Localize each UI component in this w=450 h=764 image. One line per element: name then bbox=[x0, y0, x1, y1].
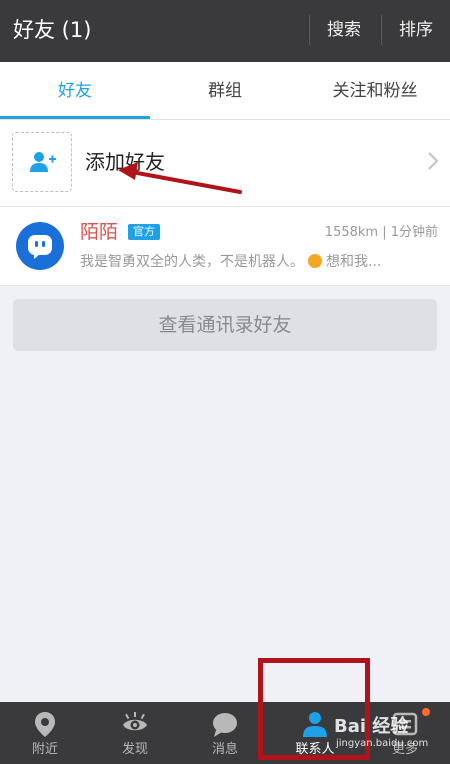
chevron-right-icon bbox=[428, 152, 438, 170]
avatar bbox=[16, 222, 64, 270]
add-friend-icon-box bbox=[12, 132, 72, 192]
nav-label: 附近 bbox=[31, 742, 58, 757]
tab-follow-fans[interactable]: 关注和粉丝 bbox=[300, 62, 450, 120]
nav-discover[interactable]: 发现 bbox=[90, 702, 180, 764]
contact-message: 我是智勇双全的人类，不是机器人。 想和我... bbox=[80, 252, 432, 272]
eye-icon bbox=[123, 712, 147, 731]
location-pin-icon bbox=[35, 712, 55, 737]
contact-row[interactable]: 陌陌 官方 1558km | 1分钟前 我是智勇双全的人类，不是机器人。 想和我.… bbox=[0, 207, 450, 285]
header-divider bbox=[381, 15, 382, 45]
nav-label: 发现 bbox=[121, 742, 148, 757]
nav-label: 消息 bbox=[211, 742, 238, 757]
watermark-main: Bai 经验 bbox=[334, 716, 409, 737]
view-address-book-button[interactable]: 查看通讯录好友 bbox=[13, 299, 437, 351]
nav-nearby[interactable]: 附近 bbox=[0, 702, 90, 764]
divider bbox=[0, 285, 450, 286]
header-divider bbox=[309, 15, 310, 45]
tab-friends[interactable]: 好友 bbox=[0, 62, 150, 120]
watermark-sub: jingyan.baidu.com bbox=[336, 738, 429, 749]
contact-meta: 1558km | 1分钟前 bbox=[324, 225, 438, 240]
search-button[interactable]: 搜索 bbox=[327, 19, 361, 41]
tab-groups[interactable]: 群组 bbox=[150, 62, 300, 120]
momo-logo-icon bbox=[28, 235, 52, 259]
message-text: 我是智勇双全的人类，不是机器人。 bbox=[80, 254, 304, 270]
message-text-end: 想和我... bbox=[326, 254, 382, 270]
add-user-icon bbox=[30, 152, 56, 172]
nav-messages[interactable]: 消息 bbox=[180, 702, 270, 764]
app-header: 好友 (1) 搜索 排序 bbox=[0, 0, 450, 62]
official-badge: 官方 bbox=[128, 224, 160, 240]
contact-name: 陌陌 bbox=[80, 221, 119, 243]
tab-bar: 好友 群组 关注和粉丝 bbox=[0, 62, 450, 120]
emoji-icon bbox=[308, 254, 322, 268]
sort-button[interactable]: 排序 bbox=[399, 19, 433, 41]
chat-bubble-icon bbox=[213, 713, 237, 737]
notification-dot bbox=[422, 708, 430, 716]
annotation-arrow-icon bbox=[118, 162, 242, 194]
page-title: 好友 (1) bbox=[13, 18, 92, 42]
